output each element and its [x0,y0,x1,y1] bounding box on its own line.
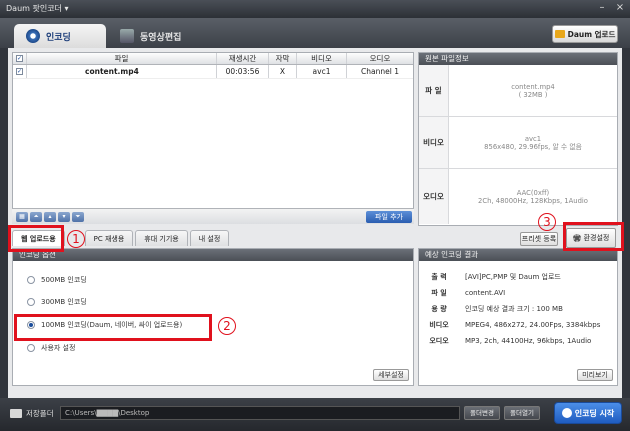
move-top-icon[interactable]: ⏶ [30,212,42,222]
cell-video: avc1 [297,65,347,78]
close-icon[interactable]: × [614,2,626,14]
radio-icon[interactable] [27,276,35,284]
info-video-label: 비디오 [419,117,449,168]
move-down-icon[interactable]: ▾ [58,212,70,222]
col-subtitle[interactable]: 자막 [269,53,297,64]
tab-encode-label: 인코딩 [46,32,71,43]
options-title: 인코딩 옵션 [13,249,413,261]
original-info-title: 원본 파일정보 [419,53,617,65]
daum-upload-label: Daum 업로드 [567,29,616,39]
result-value: 인코딩 예상 결과 크기 : 100 MB [465,305,563,313]
annotation-box-3 [563,222,624,251]
result-value: MPEG4, 486x272, 24.00Fps, 3384kbps [465,321,601,329]
result-row: 용 량 인코딩 예상 결과 크기 : 100 MB [419,301,617,317]
row-checkbox[interactable]: ✓ [16,68,23,75]
col-duration[interactable]: 재생시간 [217,53,269,64]
option-300mb-label: 300MB 인코딩 [41,298,87,306]
upload-icon [554,30,565,38]
start-encoding-button[interactable]: 인코딩 시작 [554,402,622,424]
result-label: 파 일 [431,289,447,297]
main-content: ✓ 파일 재생시간 자막 비디오 오디오 ✓ content.mp4 00:03… [8,48,622,398]
folder-icon [10,409,22,418]
window-title[interactable]: Daum 팟인코더 ▾ [6,3,68,14]
info-audio-codec: AAC(0xff) [516,188,550,197]
start-encoding-label: 인코딩 시작 [574,408,615,418]
main-tabs: 인코딩 동영상편집 Daum 업로드 [0,18,630,48]
col-audio[interactable]: 오디오 [347,53,413,64]
result-row: 오디오 MP3, 2ch, 44100Hz, 96kbps, 1Audio [419,333,617,349]
daum-upload-button[interactable]: Daum 업로드 [552,25,618,43]
expected-result-panel: 예상 인코딩 결과 출 력 [AVI]PC,PMP 및 Daum 업로드 파 일… [418,248,618,386]
info-audio-label: 오디오 [419,169,449,224]
annotation-box-2 [14,314,212,341]
move-up-icon[interactable]: ▴ [44,212,56,222]
preview-button[interactable]: 미리보기 [577,369,613,381]
app-window: Daum 팟인코더 ▾ – × 인코딩 동영상편집 Daum 업로드 ✓ 파일 … [0,0,630,431]
result-row: 비디오 MPEG4, 486x272, 24.00Fps, 3384kbps [419,317,617,333]
select-all-icon[interactable]: ▦ [16,212,28,222]
table-header: ✓ 파일 재생시간 자막 비디오 오디오 [13,53,413,65]
result-label: 출 력 [431,273,447,281]
tab-edit-label: 동영상편집 [140,32,182,43]
add-file-button[interactable]: 파일 추가 [366,211,412,223]
bottom-bar: 저장폴더 C:\Users\▇▇▇▇\Desktop 폴더변경 폴더열기 인코딩… [0,398,630,431]
disc-icon [26,29,40,43]
cell-duration: 00:03:56 [217,65,269,78]
option-custom-label: 사용자 설정 [41,344,76,352]
file-table: ✓ 파일 재생시간 자막 비디오 오디오 ✓ content.mp4 00:03… [12,52,414,224]
info-video-detail: 856x480, 29.96fps, 알 수 없음 [484,142,582,151]
tab-my-settings[interactable]: 내 설정 [189,230,230,246]
result-row: 파 일 content.AVI [419,285,617,301]
list-toolbar: ▦ ⏶ ▴ ▾ ⏷ 파일 추가 [12,208,414,224]
tab-pc-play[interactable]: PC 재생용 [84,230,134,246]
title-bar: Daum 팟인코더 ▾ – × [0,0,630,18]
option-500mb[interactable]: 500MB 인코딩 [27,275,87,285]
info-video-codec: avc1 [524,134,542,143]
tab-mobile[interactable]: 휴대 기기용 [135,230,188,246]
move-bottom-icon[interactable]: ⏷ [72,212,84,222]
info-file-size: ( 32MB ) [518,90,548,99]
annotation-label-1: 1 [67,229,85,248]
info-audio-detail: 2Ch, 48000Hz, 128Kbps, 1Audio [478,196,588,205]
result-label: 오디오 [429,337,449,345]
detail-settings-button[interactable]: 세부설정 [373,369,409,381]
original-info-panel: 원본 파일정보 파 일 content.mp4 ( 32MB ) 비디오 avc… [418,52,618,226]
radio-icon[interactable] [27,344,35,352]
annotation-box-1 [8,225,64,252]
annotation-number-3: 3 [538,213,556,231]
annotation-number-1: 1 [67,230,85,248]
table-row[interactable]: ✓ content.mp4 00:03:56 X avc1 Channel 1 [13,65,413,79]
result-value: MP3, 2ch, 44100Hz, 96kbps, 1Audio [465,337,592,345]
cell-file: content.mp4 [27,65,217,78]
col-file[interactable]: 파일 [27,53,217,64]
option-300mb[interactable]: 300MB 인코딩 [27,297,87,307]
select-all-checkbox[interactable]: ✓ [16,55,23,62]
result-value: [AVI]PC,PMP 및 Daum 업로드 [465,273,561,281]
film-icon [120,29,134,43]
col-video[interactable]: 비디오 [297,53,347,64]
save-folder-label: 저장폴더 [26,409,54,418]
annotation-label-2: 2 [218,316,236,335]
start-icon [561,408,572,418]
change-folder-button[interactable]: 폴더변경 [464,406,500,420]
tab-edit[interactable]: 동영상편집 [108,24,200,48]
result-label: 비디오 [429,321,449,329]
result-value: content.AVI [465,289,506,297]
open-folder-button[interactable]: 폴더열기 [504,406,540,420]
cell-audio: Channel 1 [361,67,399,76]
info-file-name: content.mp4 [511,82,555,91]
save-path-field[interactable]: C:\Users\▇▇▇▇\Desktop [60,406,460,420]
tab-encode[interactable]: 인코딩 [14,24,106,48]
radio-icon[interactable] [27,298,35,306]
option-custom[interactable]: 사용자 설정 [27,343,75,353]
minimize-icon[interactable]: – [596,2,608,14]
preset-register-button[interactable]: 프리셋 등록 [520,232,558,246]
annotation-label-3: 3 [538,212,556,231]
cell-subtitle: X [269,65,297,78]
annotation-number-2: 2 [218,317,236,335]
info-file-label: 파 일 [419,65,449,116]
option-500mb-label: 500MB 인코딩 [41,276,87,284]
result-row: 출 력 [AVI]PC,PMP 및 Daum 업로드 [419,269,617,285]
result-label: 용 량 [431,305,447,313]
